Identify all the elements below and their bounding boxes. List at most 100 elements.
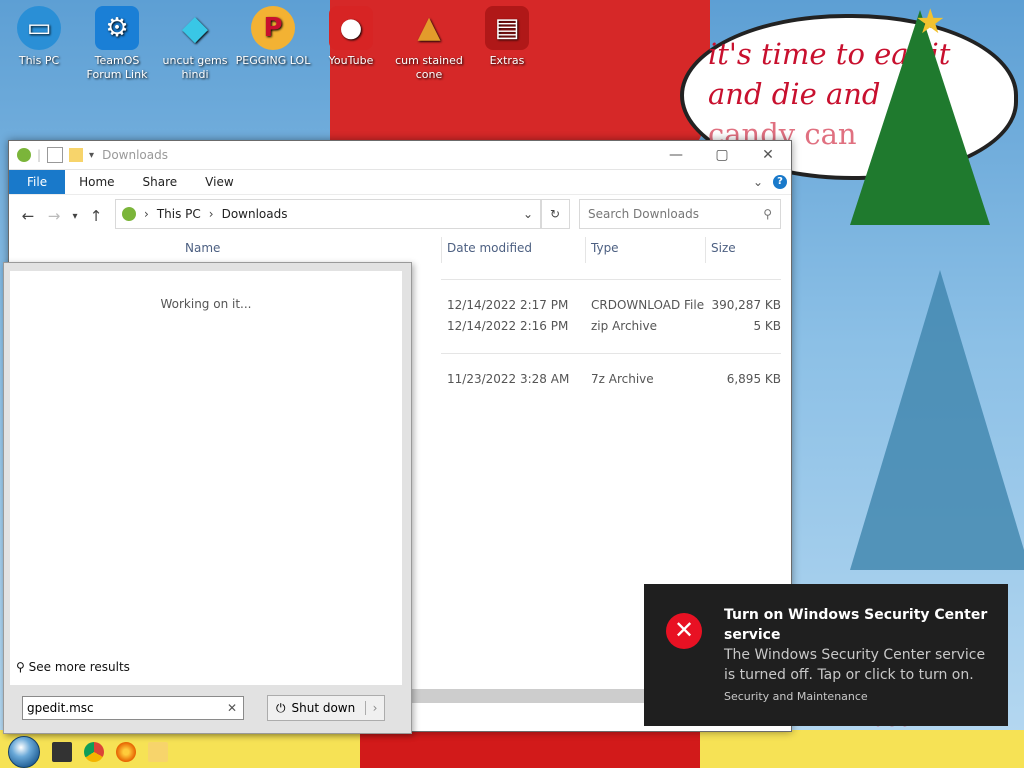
desktop-icon-label: cum stained cone <box>395 54 463 81</box>
see-more-label: See more results <box>28 660 130 674</box>
start-menu: Working on it... ⚲ See more results gped… <box>3 262 412 734</box>
diamond-icon: ◆ <box>181 8 209 48</box>
column-type[interactable]: Type <box>591 241 619 255</box>
chevron-right-icon: › <box>208 207 214 221</box>
search-icon: ⚲ <box>763 207 772 221</box>
desktop-icon-youtube[interactable]: ● YouTube <box>312 6 390 68</box>
column-divider <box>585 237 586 263</box>
angry-bird-icon: ● <box>329 6 373 50</box>
file-date: 12/14/2022 2:17 PM <box>447 298 569 312</box>
start-button[interactable] <box>8 735 40 768</box>
customize-toolbar-icon[interactable]: ▾ <box>89 150 94 161</box>
security-toast-notification[interactable]: ✕ Turn on Windows Security Center servic… <box>644 584 1008 726</box>
desktop-icon-cone[interactable]: ▲ cum stained cone <box>390 6 468 82</box>
file-row[interactable]: 11/23/2022 3:28 AM 7z Archive 6,895 KB <box>441 372 781 390</box>
wallpaper-bottom-red <box>360 730 700 768</box>
maximize-button[interactable]: ▢ <box>699 141 745 169</box>
start-search-input[interactable]: gpedit.msc ✕ <box>22 696 244 720</box>
breadcrumb-this-pc[interactable]: This PC <box>157 207 201 221</box>
shut-down-button[interactable]: ⏻ Shut down › <box>267 695 385 721</box>
shut-down-options-arrow[interactable]: › <box>365 701 384 715</box>
taskbar <box>0 735 218 768</box>
window-controls: — ▢ ✕ <box>653 141 791 169</box>
address-dropdown-icon[interactable]: ⌄ <box>523 207 533 221</box>
gear-icon: ⚙ <box>95 6 139 50</box>
desktop-icon-extras[interactable]: ▤ Extras <box>468 6 546 68</box>
desktop-icon-label: YouTube <box>328 54 374 67</box>
desktop-icon-this-pc[interactable]: ▭ This PC <box>0 6 78 68</box>
properties-icon[interactable] <box>47 147 64 163</box>
chrome-icon[interactable] <box>84 741 104 762</box>
file-date: 11/23/2022 3:28 AM <box>447 372 570 386</box>
see-more-results-link[interactable]: ⚲ See more results <box>16 660 130 674</box>
desktop-icon-label: TeamOS Forum Link <box>86 54 148 81</box>
ribbon-tabs: File Home Share View ⌄ ? <box>9 170 791 195</box>
taskbar-app-icon[interactable] <box>52 741 72 762</box>
column-divider <box>705 237 706 263</box>
toast-source: Security and Maintenance <box>724 690 868 703</box>
file-size: 6,895 KB <box>726 372 781 386</box>
address-bar[interactable]: › This PC › Downloads ⌄ <box>115 199 542 229</box>
close-button[interactable]: ✕ <box>745 141 791 169</box>
column-divider <box>441 237 442 263</box>
separator: | <box>37 148 42 162</box>
tab-home[interactable]: Home <box>65 170 128 194</box>
group-divider <box>441 279 781 280</box>
app-icon <box>17 148 31 162</box>
tab-file[interactable]: File <box>9 170 66 194</box>
tab-view[interactable]: View <box>191 170 247 194</box>
clear-search-icon[interactable]: ✕ <box>227 701 237 715</box>
file-date: 12/14/2022 2:16 PM <box>447 319 569 333</box>
file-type: zip Archive <box>591 319 657 333</box>
tab-share[interactable]: Share <box>129 170 192 194</box>
new-folder-icon[interactable] <box>69 148 84 162</box>
file-size: 390,287 KB <box>711 298 781 312</box>
column-name[interactable]: Name <box>185 241 220 255</box>
desktop-icon-pegging[interactable]: P PEGGING LOL <box>234 6 312 68</box>
desktop-icon-label: This PC <box>18 54 60 67</box>
toast-title: Turn on Windows Security Center service <box>724 607 988 643</box>
search-downloads-input[interactable]: Search Downloads ⚲ <box>579 199 781 229</box>
refresh-button[interactable]: ↻ <box>540 199 570 229</box>
back-arrow-icon[interactable]: ← <box>15 207 41 225</box>
search-results-panel: Working on it... <box>10 271 402 685</box>
file-row[interactable]: 12/14/2022 2:17 PM CRDOWNLOAD File 390,2… <box>441 298 781 316</box>
file-explorer-icon[interactable] <box>148 741 168 762</box>
file-row[interactable]: 12/14/2022 2:16 PM zip Archive 5 KB <box>441 319 781 337</box>
breadcrumb-downloads[interactable]: Downloads <box>222 207 288 221</box>
help-icon[interactable]: ? <box>773 175 787 189</box>
monitor-icon: ▭ <box>17 6 61 50</box>
error-icon: ✕ <box>666 613 702 649</box>
expand-ribbon-icon[interactable]: ⌄ <box>753 175 763 189</box>
search-value: gpedit.msc <box>27 701 94 715</box>
chevron-right-icon: › <box>144 207 149 221</box>
minimize-button[interactable]: — <box>653 141 699 169</box>
up-arrow-icon[interactable]: ↑ <box>83 207 109 225</box>
horizontal-scrollbar[interactable] <box>409 689 645 703</box>
recent-locations-icon[interactable]: ▾ <box>67 211 83 222</box>
search-placeholder: Search Downloads <box>588 207 699 221</box>
column-headers: Name Date modified Type Size <box>9 237 779 259</box>
title-bar: | ▾ Downloads — ▢ ✕ <box>9 141 791 170</box>
power-icon: ⏻ <box>276 700 286 715</box>
forward-arrow-icon[interactable]: → <box>41 207 67 225</box>
search-status: Working on it... <box>160 297 252 311</box>
desktop-icon-label: Extras <box>489 54 525 67</box>
column-date-modified[interactable]: Date modified <box>447 241 532 255</box>
firefox-icon[interactable] <box>116 741 136 762</box>
desktop-icon-label: uncut gems hindi <box>162 54 228 81</box>
column-size[interactable]: Size <box>711 241 736 255</box>
this-pc-icon <box>122 207 136 221</box>
toast-body: The Windows Security Center service is t… <box>724 647 986 683</box>
search-icon: ⚲ <box>16 660 25 674</box>
desktop-icon-uncut-gems[interactable]: ◆ uncut gems hindi <box>156 6 234 82</box>
desktop-icon-teamos[interactable]: ⚙ TeamOS Forum Link <box>78 6 156 82</box>
file-type: 7z Archive <box>591 372 654 386</box>
cone-icon: ▲ <box>417 10 441 45</box>
group-divider <box>441 353 781 354</box>
p-logo-icon: P <box>251 6 295 50</box>
window-title: Downloads <box>102 148 168 162</box>
desktop-icon-label: PEGGING LOL <box>235 54 311 67</box>
file-type: CRDOWNLOAD File <box>591 298 705 312</box>
wallpaper-christmas-tree <box>850 10 990 225</box>
